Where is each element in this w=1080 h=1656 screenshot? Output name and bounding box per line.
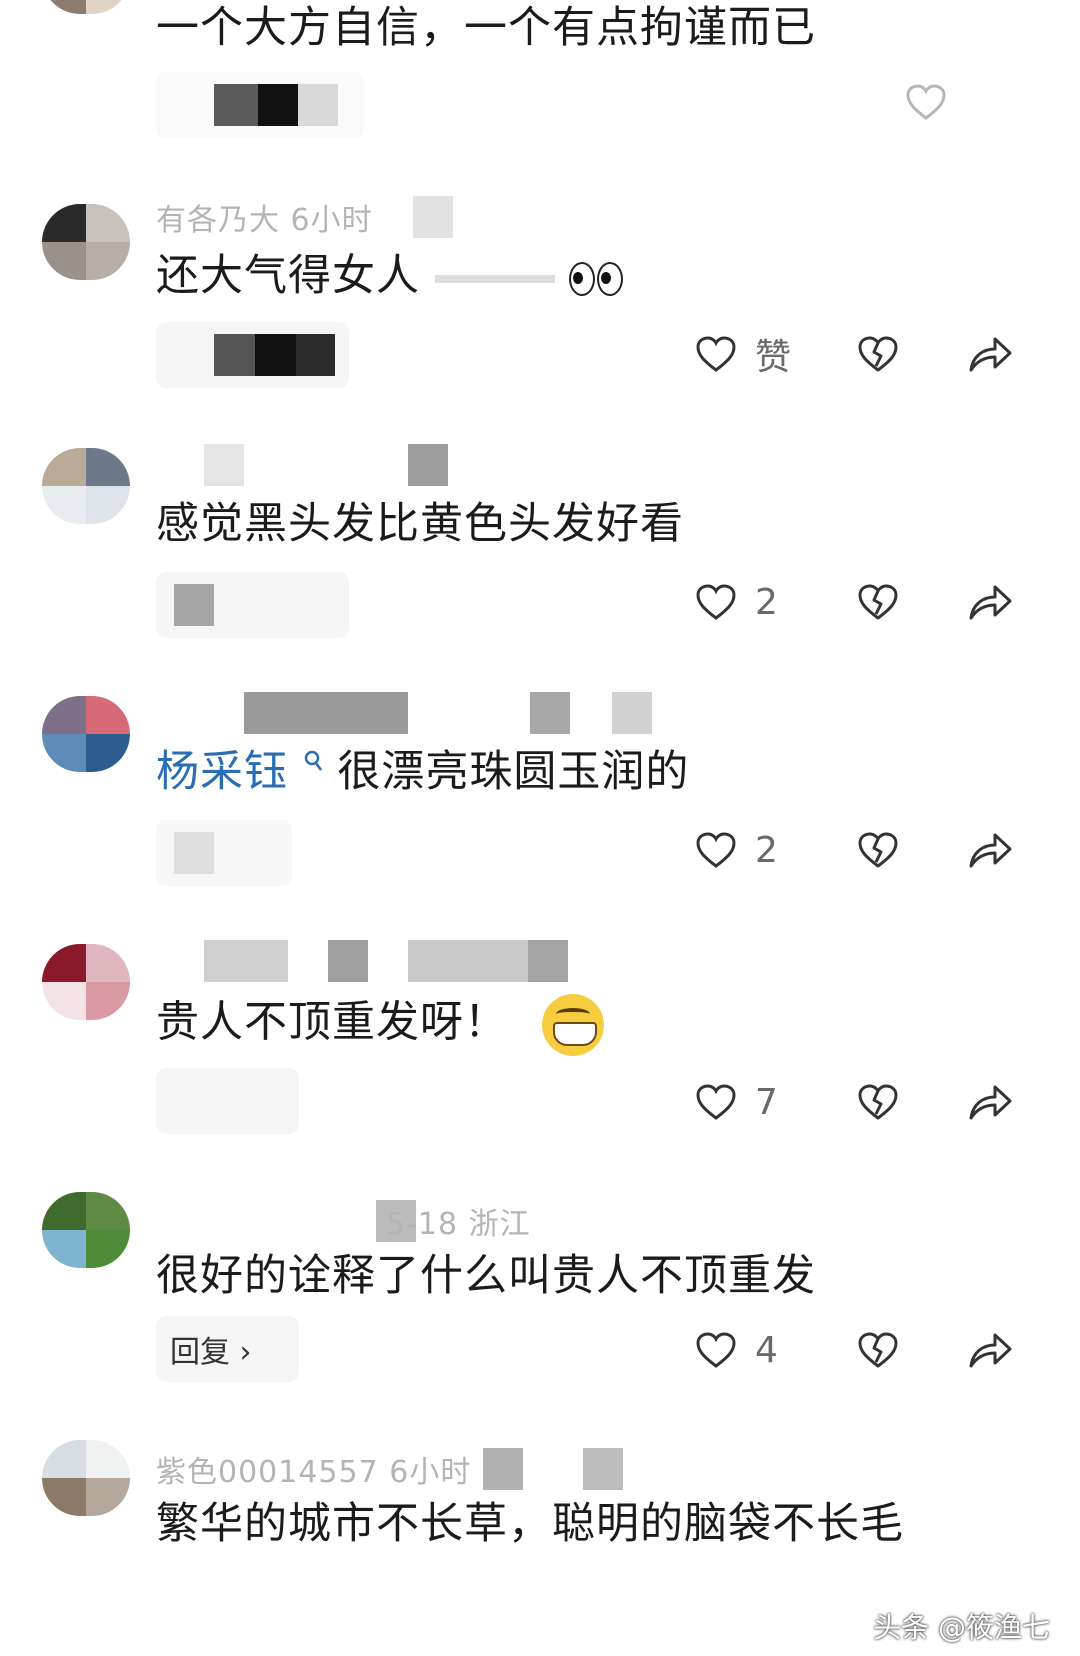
comment-meta: [156, 444, 448, 486]
broken-heart-icon: [857, 335, 899, 373]
watermark: 头条 @筱渔七: [873, 1611, 1050, 1644]
comment-text: 繁华的城市不长草，聪明的脑袋不长毛: [156, 1499, 904, 1549]
heart-outline-icon: [695, 1331, 737, 1369]
share-arrow-icon: [967, 1082, 1013, 1122]
mention-link[interactable]: 杨采钰: [156, 747, 288, 797]
like-button[interactable]: 4: [695, 1330, 810, 1371]
like-button[interactable]: 2: [695, 582, 810, 623]
avatar[interactable]: [42, 696, 130, 772]
heart-outline-icon: [905, 83, 947, 121]
avatar[interactable]: [42, 204, 130, 280]
comment-meta: [156, 692, 652, 734]
reply-button[interactable]: [156, 572, 349, 638]
comment-actions: 2: [695, 820, 1020, 880]
comment-text: 一个大方自信，一个有点拘谨而已: [156, 3, 816, 53]
share-arrow-icon: [967, 582, 1013, 622]
share-button[interactable]: [960, 1320, 1020, 1380]
comment-text: 感觉黑头发比黄色头发好看: [156, 499, 684, 549]
avatar[interactable]: [42, 448, 130, 524]
search-icon[interactable]: [303, 750, 323, 774]
broken-heart-icon: [857, 1331, 899, 1369]
like-count: 2: [755, 829, 778, 871]
share-button[interactable]: [960, 324, 1020, 384]
share-arrow-icon: [967, 1330, 1013, 1370]
comment-actions: 赞: [695, 324, 1020, 384]
avatar[interactable]: [42, 0, 130, 14]
heart-outline-icon: [695, 335, 737, 373]
share-button[interactable]: [960, 1072, 1020, 1132]
broken-heart-icon: [857, 1083, 899, 1121]
share-arrow-icon: [967, 334, 1013, 374]
share-button[interactable]: [960, 572, 1020, 632]
like-button[interactable]: 2: [695, 830, 810, 871]
avatar[interactable]: [42, 944, 130, 1020]
like-count: 2: [755, 581, 778, 623]
like-count: 赞: [755, 337, 792, 378]
share-arrow-icon: [967, 830, 1013, 870]
comment-meta: 有各乃大 6小时: [156, 196, 453, 238]
comment-meta: 紫色00014557 6小时: [156, 1448, 624, 1490]
like-button[interactable]: 赞: [695, 328, 810, 380]
dislike-button[interactable]: [848, 1320, 908, 1380]
avatar[interactable]: [42, 1440, 130, 1516]
dislike-button[interactable]: [848, 324, 908, 384]
reply-button[interactable]: 回复 ›: [156, 1316, 299, 1382]
comment-actions: [905, 72, 1020, 132]
reply-button[interactable]: [156, 1068, 299, 1134]
comment-actions: 4: [695, 1320, 1020, 1380]
comment-meta: [156, 940, 568, 982]
heart-outline-icon: [695, 583, 737, 621]
dislike-button[interactable]: [848, 820, 908, 880]
like-button[interactable]: 7: [695, 1082, 810, 1123]
comment-actions: 2: [695, 572, 1020, 632]
broken-heart-icon: [857, 583, 899, 621]
comment-text: 还大气得女人: [156, 248, 624, 304]
comment-actions: 7: [695, 1072, 1020, 1132]
share-button[interactable]: [960, 820, 1020, 880]
like-count: 4: [755, 1329, 778, 1371]
like-button[interactable]: [905, 83, 1020, 121]
eyes-emoji-icon: [569, 261, 624, 296]
comment-meta: 5-18 浙江: [156, 1200, 531, 1242]
reply-button[interactable]: [156, 322, 349, 388]
like-count: 7: [755, 1081, 778, 1123]
heart-outline-icon: [695, 831, 737, 869]
comment-text: 贵人不顶重发呀！: [156, 994, 604, 1056]
broken-heart-icon: [857, 831, 899, 869]
comment-text: 杨采钰 很漂亮珠圆玉润的: [156, 747, 690, 797]
avatar[interactable]: [42, 1192, 130, 1268]
comment-text: 很好的诠释了什么叫贵人不顶重发: [156, 1251, 816, 1301]
grinning-face-emoji-icon: [542, 994, 604, 1056]
dislike-button[interactable]: [848, 572, 908, 632]
heart-outline-icon: [695, 1083, 737, 1121]
reply-button[interactable]: [156, 72, 364, 138]
dislike-button[interactable]: [848, 1072, 908, 1132]
reply-button[interactable]: [156, 820, 292, 886]
